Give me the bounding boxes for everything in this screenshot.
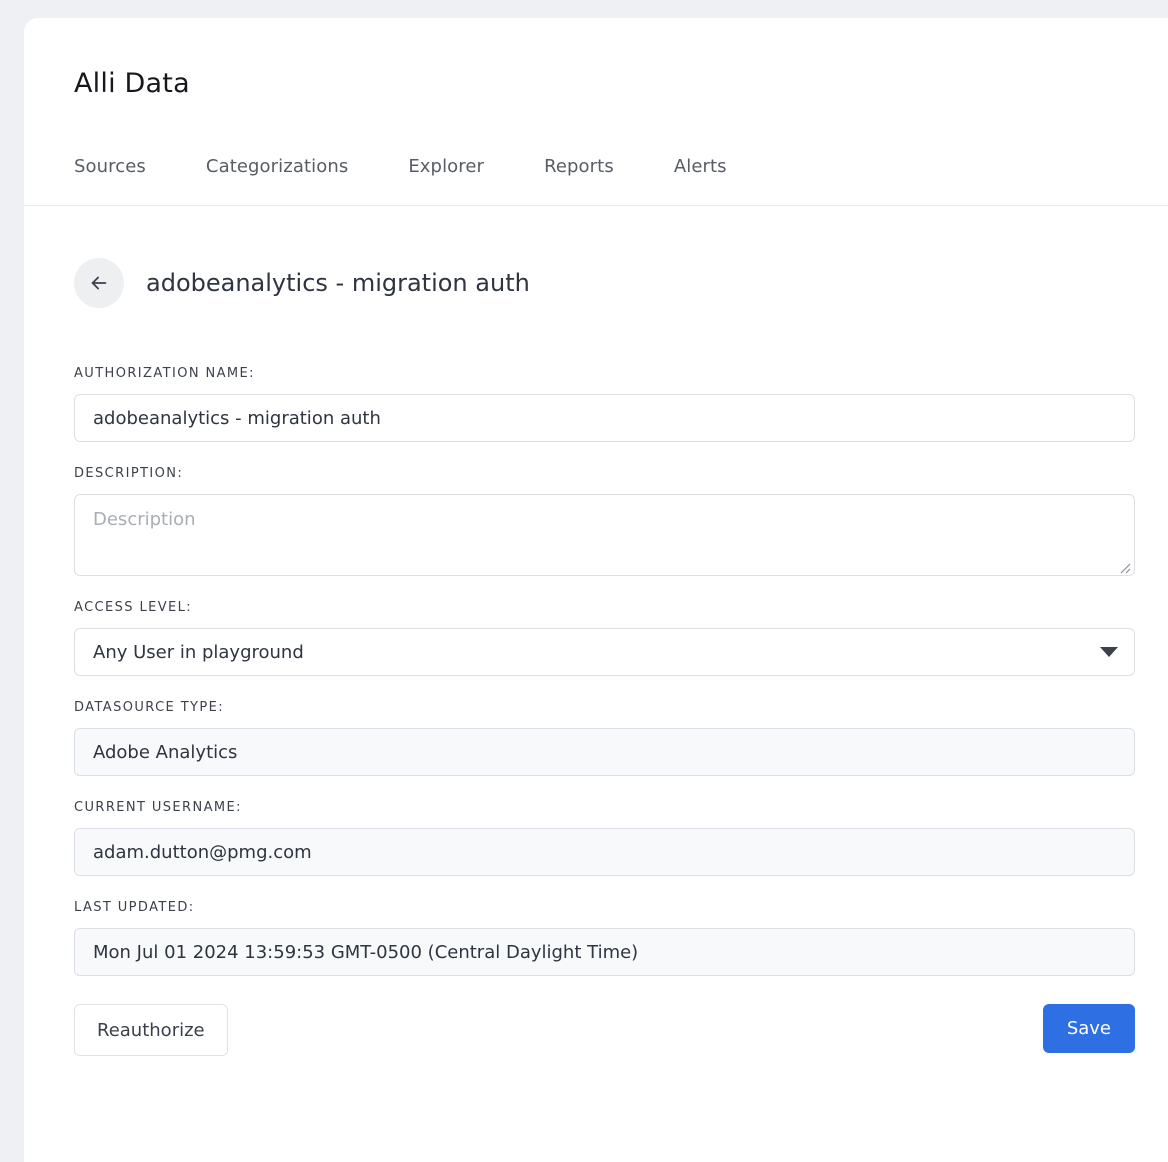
datasource-type-value: Adobe Analytics bbox=[74, 728, 1135, 776]
last-updated-value: Mon Jul 01 2024 13:59:53 GMT-0500 (Centr… bbox=[74, 928, 1135, 976]
arrow-left-icon bbox=[88, 272, 110, 294]
field-datasource-type: DATASOURCE TYPE: Adobe Analytics bbox=[74, 700, 1136, 776]
header-divider bbox=[24, 205, 1168, 206]
page-heading: adobeanalytics - migration auth bbox=[74, 258, 530, 308]
page-title: adobeanalytics - migration auth bbox=[146, 269, 530, 297]
main-navigation: Sources Categorizations Explorer Reports… bbox=[74, 156, 727, 177]
field-description: DESCRIPTION: bbox=[74, 466, 1136, 576]
authorization-form: AUTHORIZATION NAME: DESCRIPTION: bbox=[74, 366, 1136, 1058]
back-button[interactable] bbox=[74, 258, 124, 308]
current-username-value: adam.dutton@pmg.com bbox=[74, 828, 1135, 876]
access-level-select[interactable]: Any User in playground bbox=[74, 628, 1135, 676]
authorization-name-label: AUTHORIZATION NAME: bbox=[74, 366, 1136, 381]
nav-item-alerts[interactable]: Alerts bbox=[674, 156, 727, 177]
save-button[interactable]: Save bbox=[1043, 1004, 1135, 1053]
field-last-updated: LAST UPDATED: Mon Jul 01 2024 13:59:53 G… bbox=[74, 900, 1136, 976]
form-actions: Reauthorize Save bbox=[74, 1004, 1135, 1058]
datasource-type-label: DATASOURCE TYPE: bbox=[74, 700, 1136, 715]
nav-item-reports[interactable]: Reports bbox=[544, 156, 614, 177]
field-access-level: ACCESS LEVEL: Any User in playground bbox=[74, 600, 1136, 676]
access-level-label: ACCESS LEVEL: bbox=[74, 600, 1136, 615]
description-wrapper bbox=[74, 494, 1135, 576]
description-textarea[interactable] bbox=[74, 494, 1135, 576]
field-current-username: CURRENT USERNAME: adam.dutton@pmg.com bbox=[74, 800, 1136, 876]
description-label: DESCRIPTION: bbox=[74, 466, 1136, 481]
nav-item-explorer[interactable]: Explorer bbox=[408, 156, 484, 177]
app-card: Alli Data Sources Categorizations Explor… bbox=[24, 18, 1168, 1162]
app-title: Alli Data bbox=[74, 68, 190, 99]
field-authorization-name: AUTHORIZATION NAME: bbox=[74, 366, 1136, 442]
page-root: Alli Data Sources Categorizations Explor… bbox=[0, 0, 1168, 1162]
authorization-name-input[interactable] bbox=[74, 394, 1135, 442]
nav-item-sources[interactable]: Sources bbox=[74, 156, 146, 177]
reauthorize-button[interactable]: Reauthorize bbox=[74, 1004, 228, 1056]
last-updated-label: LAST UPDATED: bbox=[74, 900, 1136, 915]
nav-item-categorizations[interactable]: Categorizations bbox=[206, 156, 348, 177]
access-level-select-wrapper: Any User in playground bbox=[74, 628, 1135, 676]
current-username-label: CURRENT USERNAME: bbox=[74, 800, 1136, 815]
